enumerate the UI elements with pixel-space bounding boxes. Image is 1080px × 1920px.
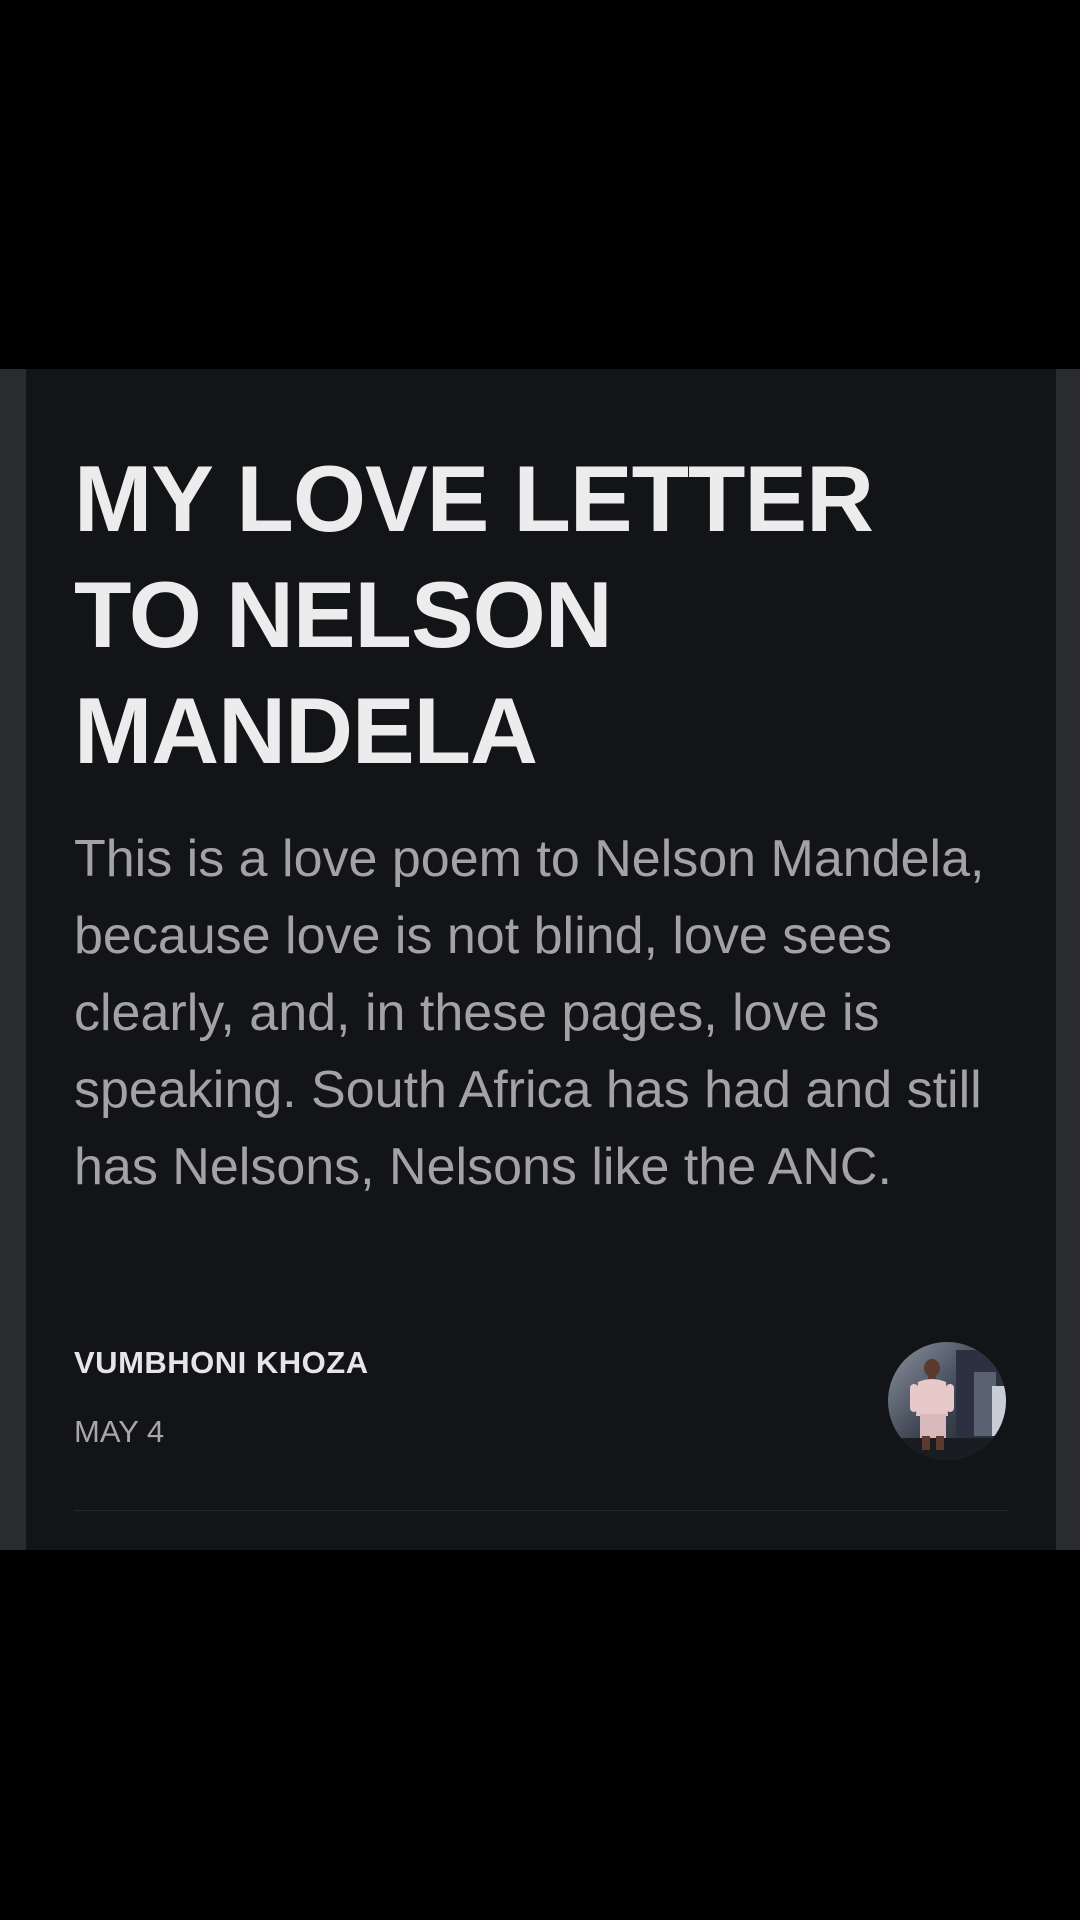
publish-date: MAY 4 <box>74 1414 165 1449</box>
article-panel: MY LOVE LETTER TO NELSON MANDELA This is… <box>0 369 1080 1550</box>
article-title[interactable]: MY LOVE LETTER TO NELSON MANDELA <box>74 441 974 789</box>
author-name[interactable]: VUMBHONI KHOZA <box>74 1344 369 1382</box>
screen: MY LOVE LETTER TO NELSON MANDELA This is… <box>0 0 1080 1920</box>
article-excerpt: This is a love poem to Nelson Mandela, b… <box>74 830 985 1196</box>
author-avatar[interactable] <box>888 1342 1006 1460</box>
divider <box>74 1510 1008 1511</box>
article-card[interactable]: MY LOVE LETTER TO NELSON MANDELA This is… <box>26 369 1056 1550</box>
